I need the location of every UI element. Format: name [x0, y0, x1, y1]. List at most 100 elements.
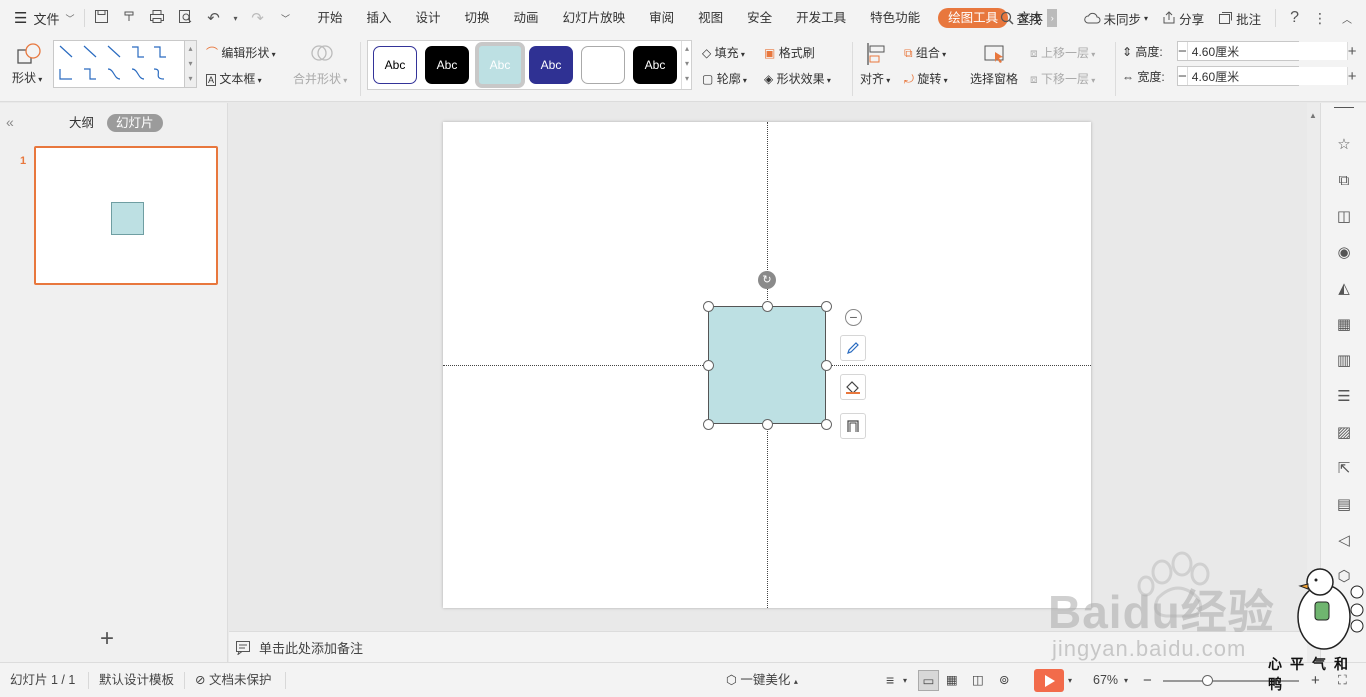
- tab-home[interactable]: 开始: [305, 0, 354, 36]
- shape-gallery[interactable]: [53, 40, 185, 88]
- float-fill-button[interactable]: [840, 374, 866, 400]
- selection-pane-label[interactable]: 选择窗格: [970, 70, 1018, 87]
- bring-forward-button[interactable]: ⧈ 上移一层 ▾: [1030, 44, 1095, 61]
- style-swatch-1[interactable]: Abc: [373, 46, 417, 84]
- increase-height-button[interactable]: +: [1348, 43, 1357, 60]
- style-swatch-4[interactable]: Abc: [529, 46, 573, 84]
- tab-view[interactable]: 视图: [686, 0, 735, 36]
- send-backward-button[interactable]: ⧈ 下移一层 ▾: [1030, 70, 1095, 87]
- resize-handle-top[interactable]: [762, 301, 773, 312]
- location-icon[interactable]: ◉: [1334, 243, 1354, 263]
- selection-pane-button[interactable]: [982, 42, 1008, 69]
- decrease-height-button[interactable]: −: [1178, 43, 1187, 60]
- vertical-scrollbar[interactable]: ▲ ▼: [1307, 103, 1320, 662]
- format-painter-button[interactable]: ▣ 格式刷: [764, 44, 815, 61]
- style-swatch-5[interactable]: [581, 46, 625, 84]
- group-button[interactable]: ⧉ 组合 ▾: [904, 44, 946, 61]
- collapse-float-toolbar-button[interactable]: −: [845, 309, 862, 326]
- notes-view-icon[interactable]: ≡: [886, 663, 894, 697]
- align-label[interactable]: 对齐 ▾: [860, 70, 890, 87]
- export-icon[interactable]: ⇱: [1334, 459, 1354, 479]
- zoom-level[interactable]: 67%: [1093, 663, 1118, 697]
- tab-slides[interactable]: 幻灯片: [107, 114, 163, 132]
- text-box-button[interactable]: A 文本框 ▾: [206, 70, 262, 87]
- tab-insert[interactable]: 插入: [355, 0, 404, 36]
- shape-button[interactable]: [12, 42, 46, 69]
- tab-outline[interactable]: 大纲: [69, 114, 94, 132]
- tab-developer[interactable]: 开发工具: [784, 0, 858, 36]
- print-icon[interactable]: [147, 9, 167, 27]
- rotate-button[interactable]: ⤾ 旋转 ▾: [904, 70, 948, 87]
- resize-handle-bottom-right[interactable]: [821, 419, 832, 430]
- tab-design[interactable]: 设计: [404, 0, 453, 36]
- outline-button[interactable]: ▢ 轮廓 ▾: [702, 70, 747, 87]
- document-protection[interactable]: ⊘ 文档未保护: [195, 663, 271, 697]
- resize-handle-bottom[interactable]: [762, 419, 773, 430]
- sidebar-collapse-icon[interactable]: [1334, 107, 1354, 113]
- sync-button[interactable]: 未同步 ▾: [1083, 9, 1148, 28]
- normal-view-icon[interactable]: ▭: [918, 670, 939, 691]
- help-icon[interactable]: ?: [1290, 9, 1299, 27]
- shield-icon[interactable]: ⬡: [1334, 567, 1354, 587]
- tab-slideshow[interactable]: 幻灯片放映: [551, 0, 638, 36]
- scroll-down-icon[interactable]: ▼: [1309, 621, 1317, 630]
- redo-icon[interactable]: ↷: [247, 9, 267, 27]
- shape-gallery-scroll[interactable]: ▴ ▾ ▾: [185, 40, 197, 88]
- zoom-out-button[interactable]: −: [1143, 663, 1152, 697]
- scroll-up-icon[interactable]: ▲: [1309, 111, 1317, 120]
- selected-rectangle-shape[interactable]: [708, 306, 826, 424]
- zoom-dropdown-icon[interactable]: ▾: [1124, 663, 1128, 697]
- play-dropdown-icon[interactable]: ▾: [1068, 663, 1072, 697]
- tab-review[interactable]: 审阅: [637, 0, 686, 36]
- slide-thumbnail[interactable]: [34, 146, 218, 285]
- beautify-button[interactable]: ⬡ 一键美化 ▴: [726, 663, 798, 697]
- format-painter-icon[interactable]: [119, 9, 139, 27]
- file-menu[interactable]: ☰ 文件 ﹀: [0, 0, 84, 36]
- resize-handle-top-right[interactable]: [821, 301, 832, 312]
- fill-button[interactable]: ◇ 填充 ▾: [702, 44, 745, 61]
- shape-label[interactable]: 形状 ▾: [12, 69, 42, 86]
- view-dropdown-icon[interactable]: ▾: [903, 663, 907, 697]
- template-name[interactable]: 默认设计模板: [99, 663, 174, 697]
- add-slide-button[interactable]: +: [100, 627, 114, 651]
- collapse-ribbon-icon[interactable]: ︿: [1342, 11, 1352, 26]
- collapse-panel-icon[interactable]: «: [6, 114, 14, 130]
- increase-width-button[interactable]: +: [1348, 68, 1357, 85]
- audio-icon[interactable]: ◁: [1334, 531, 1354, 551]
- image-icon[interactable]: ▨: [1334, 423, 1354, 443]
- play-slideshow-button[interactable]: [1034, 669, 1064, 692]
- resize-handle-top-left[interactable]: [703, 301, 714, 312]
- fill-tool-icon[interactable]: ◭: [1334, 279, 1354, 299]
- tab-security[interactable]: 安全: [735, 0, 784, 36]
- align-button[interactable]: [864, 42, 888, 69]
- archive-icon[interactable]: ▤: [1334, 495, 1354, 515]
- style-swatch-2[interactable]: Abc: [425, 46, 469, 84]
- resize-handle-right[interactable]: [821, 360, 832, 371]
- share-button[interactable]: 分享: [1162, 9, 1204, 28]
- presenter-view-icon[interactable]: ⊚: [999, 663, 1009, 697]
- tab-drawing-tools[interactable]: 绘图工具: [938, 8, 1009, 28]
- undo-dropdown-icon[interactable]: ▾: [231, 14, 239, 23]
- undo-icon[interactable]: ↶: [203, 9, 223, 27]
- style-swatch-6[interactable]: Abc: [633, 46, 677, 84]
- slide-canvas[interactable]: ↻ −: [443, 122, 1091, 608]
- copy-icon[interactable]: ⧉: [1334, 171, 1354, 191]
- zoom-slider-knob[interactable]: [1202, 675, 1213, 686]
- style-gallery-scroll[interactable]: ▴ ▾ ▾: [681, 41, 692, 89]
- tab-features[interactable]: 特色功能: [858, 0, 932, 36]
- merge-shape-button[interactable]: [292, 42, 352, 67]
- print-preview-icon[interactable]: [175, 9, 195, 27]
- zoom-in-button[interactable]: +: [1311, 663, 1320, 697]
- save-icon[interactable]: [91, 9, 111, 27]
- edit-shape-button[interactable]: ⌒ 编辑形状 ▾: [206, 44, 276, 61]
- reading-view-icon[interactable]: ◫: [972, 663, 984, 697]
- customize-qa-icon[interactable]: ﹀: [275, 12, 295, 25]
- star-icon[interactable]: ☆: [1334, 135, 1354, 155]
- notes-bar[interactable]: 单击此处添加备注: [229, 631, 1307, 662]
- grid-icon[interactable]: ▦: [1334, 315, 1354, 335]
- zoom-slider[interactable]: [1163, 680, 1299, 682]
- style-swatch-3[interactable]: Abc: [475, 42, 525, 88]
- resize-handle-bottom-left[interactable]: [703, 419, 714, 430]
- resize-handle-left[interactable]: [703, 360, 714, 371]
- float-outline-button[interactable]: [840, 335, 866, 361]
